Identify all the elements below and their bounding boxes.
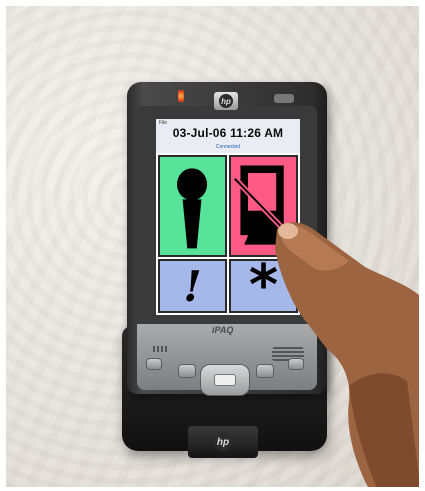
notification-led [178,90,184,102]
exclamation-icon: ! [183,261,202,311]
hp-logo-mark: hp [219,94,233,108]
navigation-pad[interactable] [200,364,250,396]
microphone-button[interactable] [158,155,227,257]
alert-button[interactable]: ! [158,259,227,313]
calendar-button[interactable] [146,358,162,370]
microphone-grille [153,346,167,352]
photo-frame: hp File 03-Jul-06 11:26 AM Connected ! *… [6,6,419,487]
cradle-hp-badge: hp [188,426,258,458]
hand [275,222,419,487]
cradle-hp-logo: hp [214,433,232,451]
title-bar: File 03-Jul-06 11:26 AM Connected [156,119,300,153]
microphone-icon [176,168,208,249]
date-time-display: 03-Jul-06 11:26 AM [172,126,284,140]
model-label: iPAQ [212,325,234,335]
power-button[interactable] [274,94,294,103]
hp-logo: hp [214,92,238,110]
contacts-button[interactable] [178,364,196,378]
connection-status: Connected [215,144,241,150]
